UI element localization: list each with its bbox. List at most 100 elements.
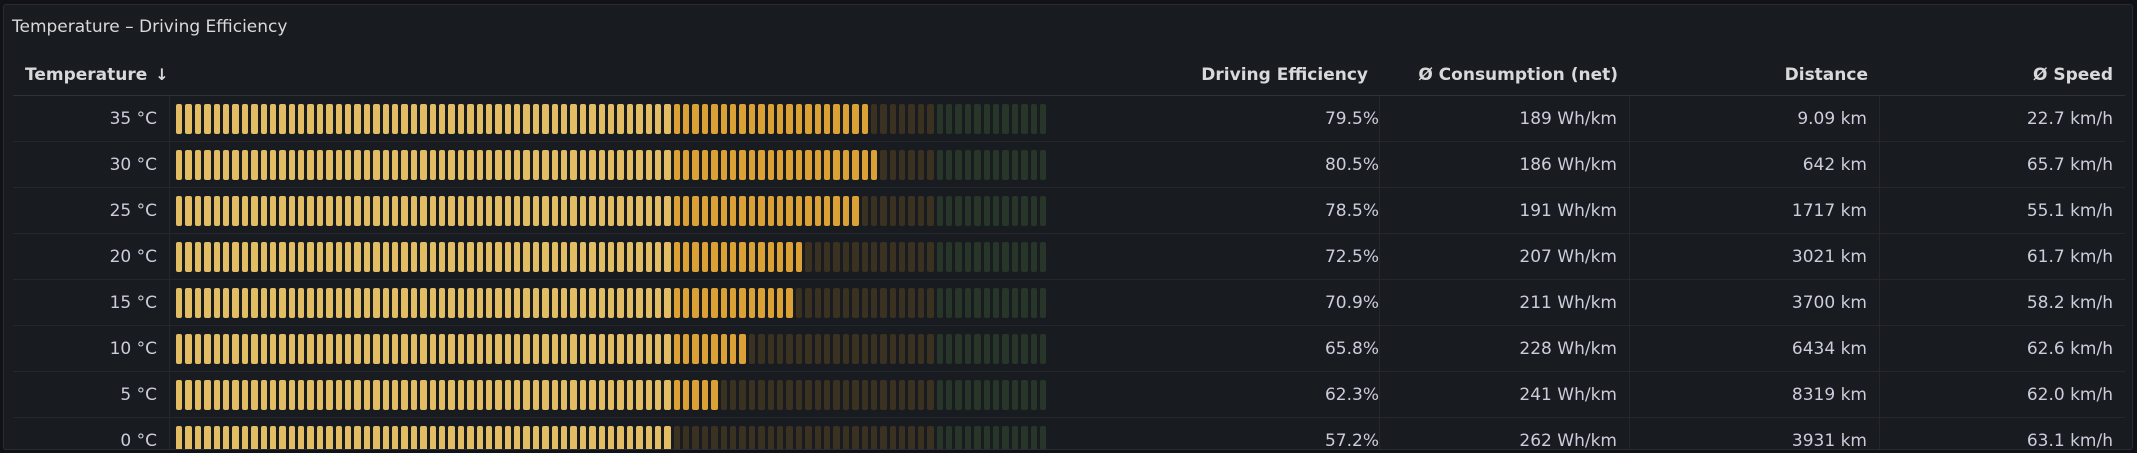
- column-header-temperature[interactable]: Temperature ↓: [13, 65, 170, 85]
- gauge-segment: [504, 241, 512, 272]
- gauge-segment: [241, 103, 249, 134]
- gauge-segment: [758, 425, 765, 449]
- column-header-efficiency[interactable]: Driving Efficiency: [170, 65, 1380, 85]
- gauge-segment: [654, 287, 662, 318]
- efficiency-value: 62.3%: [1324, 384, 1379, 405]
- gauge-segment: [542, 195, 549, 226]
- gauge-segment: [260, 149, 267, 180]
- column-header-distance[interactable]: Distance: [1630, 65, 1880, 85]
- temperature-cell: 0 °C: [13, 418, 170, 449]
- gauge-segment: [636, 287, 643, 318]
- gauge-segment: [598, 149, 605, 180]
- speed-cell: 62.0 km/h: [2026, 384, 2113, 405]
- gauge-segment: [598, 333, 605, 364]
- gauge-segment: [307, 241, 314, 272]
- gauge-segment: [870, 195, 878, 226]
- gauge-segment: [701, 287, 709, 318]
- gauge-segment: [194, 241, 202, 272]
- gauge-segment: [251, 333, 258, 364]
- gauge-segment: [232, 333, 239, 364]
- temperature-cell: 25 °C: [13, 188, 170, 233]
- gauge-segment: [692, 195, 699, 226]
- gauge-segment: [589, 195, 596, 226]
- gauge-segment: [391, 103, 399, 134]
- gauge-segment: [307, 333, 314, 364]
- column-header-speed[interactable]: Ø Speed: [1880, 65, 2125, 85]
- gauge-segment: [185, 195, 192, 226]
- gauge-segment: [542, 379, 549, 410]
- gauge-segment: [767, 425, 774, 449]
- column-header-consumption[interactable]: Ø Consumption (net): [1380, 65, 1630, 85]
- gauge-segment: [260, 241, 267, 272]
- gauge-segment: [222, 103, 230, 134]
- gauge-segment: [889, 287, 897, 318]
- gauge-segment: [420, 103, 427, 134]
- gauge-segment: [204, 379, 211, 410]
- efficiency-cell: 62.3%: [170, 372, 1380, 417]
- gauge-segment: [720, 379, 728, 410]
- efficiency-table: Temperature ↓ Driving Efficiency Ø Consu…: [13, 55, 2125, 449]
- gauge-segment: [391, 149, 399, 180]
- gauge-segment: [401, 333, 408, 364]
- gauge-segment: [964, 425, 972, 449]
- gauge-segment: [899, 241, 906, 272]
- gauge-segment: [345, 333, 352, 364]
- gauge-segment: [485, 149, 493, 180]
- gauge-segment: [335, 287, 343, 318]
- gauge-segment: [1039, 195, 1047, 226]
- gauge-segment: [607, 333, 615, 364]
- distance-cell: 3021 km: [1630, 234, 1880, 279]
- gauge-segment: [316, 241, 324, 272]
- gauge-segment: [964, 241, 972, 272]
- gauge-segment: [626, 333, 634, 364]
- efficiency-cell: 78.5%: [170, 188, 1380, 233]
- gauge-segment: [269, 103, 277, 134]
- gauge-segment: [889, 103, 897, 134]
- gauge-segment: [607, 241, 615, 272]
- gauge-segment: [720, 333, 728, 364]
- gauge-segment: [823, 103, 831, 134]
- gauge-segment: [899, 379, 906, 410]
- gauge-segment: [730, 287, 737, 318]
- gauge-segment: [626, 287, 634, 318]
- gauge-segment: [927, 241, 934, 272]
- gauge-segment: [598, 425, 605, 449]
- gauge-segment: [683, 425, 690, 449]
- gauge-segment: [852, 287, 859, 318]
- gauge-segment: [692, 425, 699, 449]
- gauge-segment: [720, 195, 728, 226]
- gauge-segment: [298, 425, 305, 449]
- gauge-segment: [326, 287, 333, 318]
- gauge-segment: [298, 195, 305, 226]
- gauge-segment: [720, 149, 728, 180]
- gauge-segment: [654, 379, 662, 410]
- gauge-segment: [852, 149, 859, 180]
- gauge-segment: [1039, 241, 1047, 272]
- gauge-segment: [880, 103, 887, 134]
- gauge-segment: [870, 425, 878, 449]
- gauge-segment: [316, 149, 324, 180]
- gauge-segment: [964, 195, 972, 226]
- gauge-segment: [1030, 333, 1037, 364]
- gauge-segment: [692, 103, 699, 134]
- gauge-segment: [391, 287, 399, 318]
- gauge-segment: [213, 195, 220, 226]
- gauge-segment: [298, 241, 305, 272]
- gauge-segment: [363, 241, 371, 272]
- gauge-segment: [842, 149, 850, 180]
- gauge-segment: [842, 287, 850, 318]
- gauge-segment: [852, 379, 859, 410]
- efficiency-gauge: [176, 333, 1176, 364]
- gauge-segment: [664, 195, 671, 226]
- gauge-segment: [363, 195, 371, 226]
- gauge-segment: [1011, 425, 1019, 449]
- gauge-segment: [917, 103, 925, 134]
- gauge-segment: [232, 195, 239, 226]
- gauge-segment: [748, 425, 756, 449]
- gauge-segment: [927, 103, 934, 134]
- speed-cell: 65.7 km/h: [2026, 154, 2113, 175]
- gauge-segment: [345, 425, 352, 449]
- gauge-segment: [654, 241, 662, 272]
- gauge-segment: [185, 425, 192, 449]
- gauge-segment: [758, 149, 765, 180]
